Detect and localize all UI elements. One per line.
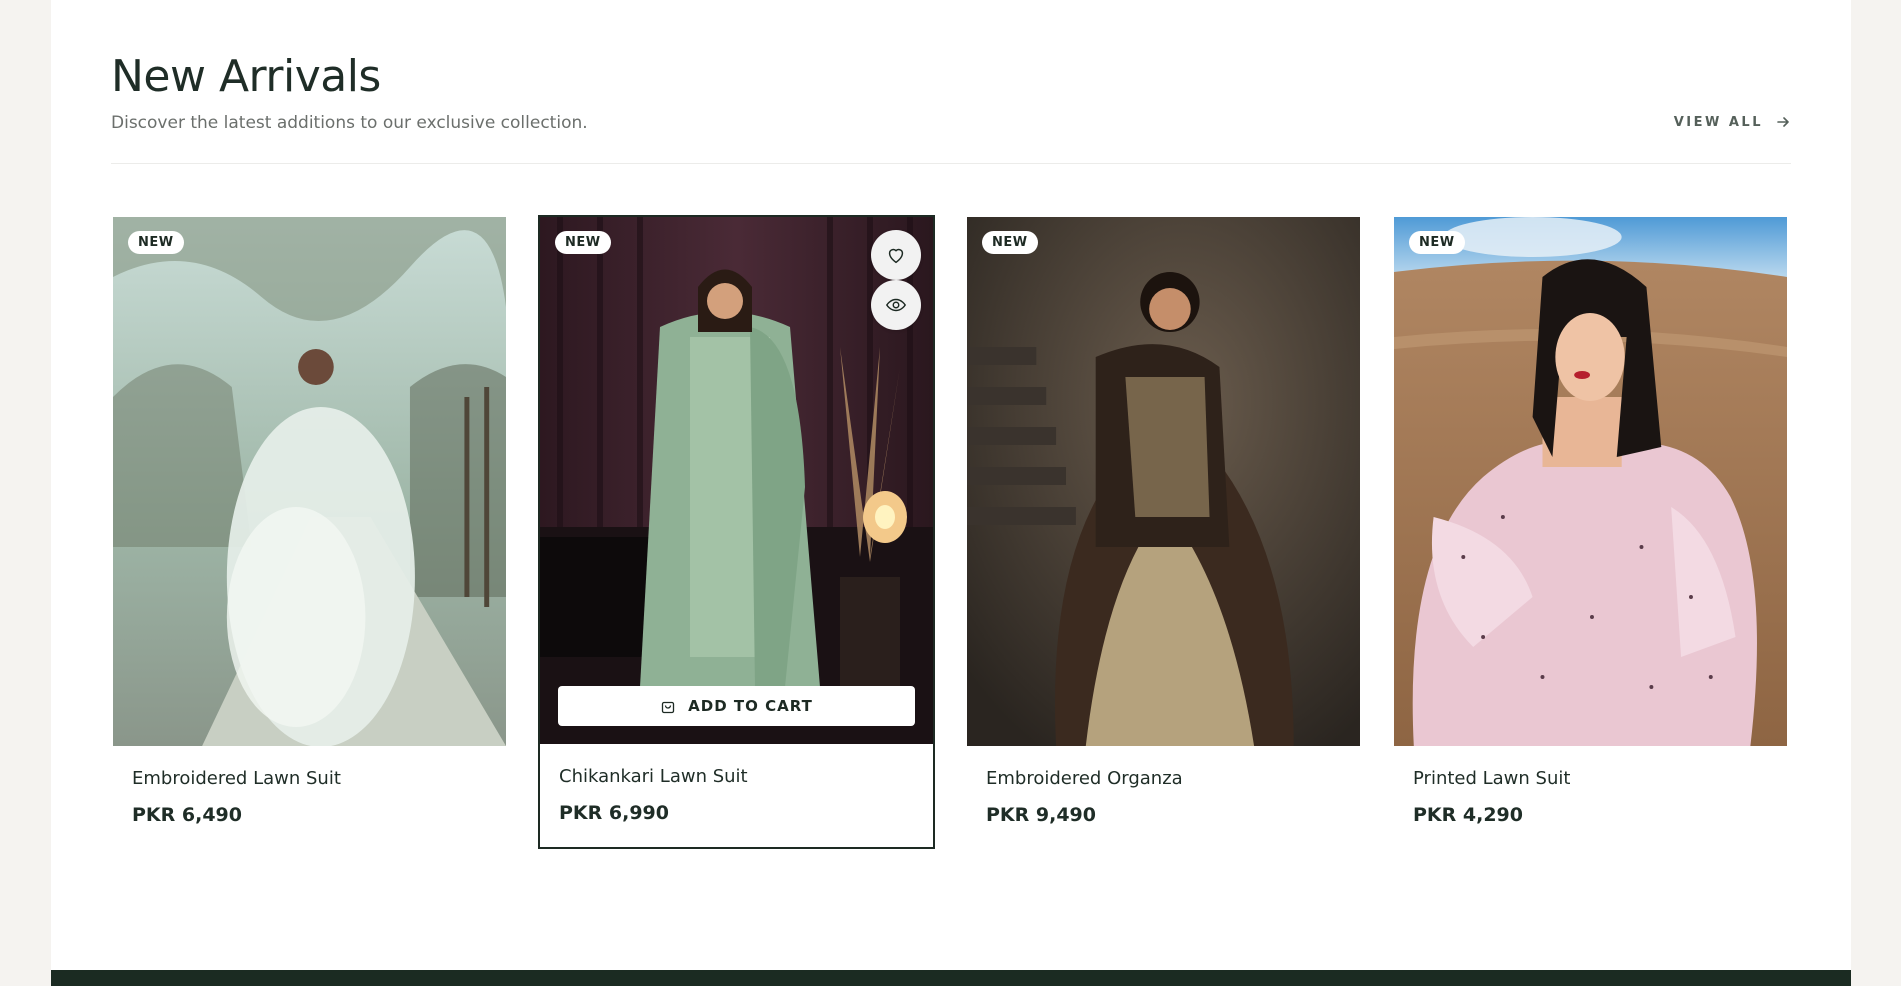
section-title: New Arrivals [111,51,381,102]
product-price: PKR 4,290 [1413,804,1523,826]
product-price: PKR 6,490 [132,804,242,826]
section-subtitle: Discover the latest additions to our exc… [111,113,588,133]
product-info: Chikankari Lawn Suit PKR 6,990 [540,744,933,824]
product-card[interactable]: NEW Printed Lawn Suit PKR 4,290 [1392,215,1789,849]
new-badge: NEW [982,231,1038,254]
product-image[interactable]: NEW ADD TO CART [540,217,933,744]
product-price: PKR 9,490 [986,804,1096,826]
shopping-bag-icon [662,701,675,714]
new-badge: NEW [128,231,184,254]
product-info: Embroidered Organza PKR 9,490 [967,746,1360,826]
product-image[interactable]: NEW [967,217,1360,746]
product-name[interactable]: Embroidered Organza [986,768,1341,790]
product-image[interactable]: NEW [113,217,506,746]
product-price: PKR 6,990 [559,802,669,824]
wishlist-button[interactable] [871,230,921,280]
page-container: New Arrivals Discover the latest additio… [51,0,1851,986]
product-info: Printed Lawn Suit PKR 4,290 [1394,746,1787,826]
product-name[interactable]: Printed Lawn Suit [1413,768,1768,790]
new-badge: NEW [1409,231,1465,254]
product-name[interactable]: Embroidered Lawn Suit [132,768,487,790]
new-badge: NEW [555,231,611,254]
footer-bar [51,970,1851,986]
product-card[interactable]: NEW ADD TO CART Chikankari Lawn Suit PKR… [538,215,935,849]
product-card[interactable]: NEW Embroidered Organza PKR 9,490 [965,215,1362,849]
add-to-cart-label: ADD TO CART [688,697,813,715]
eye-icon [885,298,907,312]
section-header: New Arrivals Discover the latest additio… [111,50,1791,134]
product-grid: NEW Embroidered Lawn Suit PKR 6,490 NEW … [111,215,1791,849]
product-info: Embroidered Lawn Suit PKR 6,490 [113,746,506,826]
product-name[interactable]: Chikankari Lawn Suit [559,766,914,788]
arrow-right-icon [1777,117,1789,127]
section-divider [111,163,1791,164]
product-image[interactable]: NEW [1394,217,1787,746]
quick-view-button[interactable] [871,280,921,330]
view-all-link[interactable]: VIEW ALL [1674,114,1791,130]
product-card[interactable]: NEW Embroidered Lawn Suit PKR 6,490 [111,215,508,849]
heart-icon [888,248,904,264]
add-to-cart-button[interactable]: ADD TO CART [558,686,915,726]
view-all-label: VIEW ALL [1673,114,1763,130]
